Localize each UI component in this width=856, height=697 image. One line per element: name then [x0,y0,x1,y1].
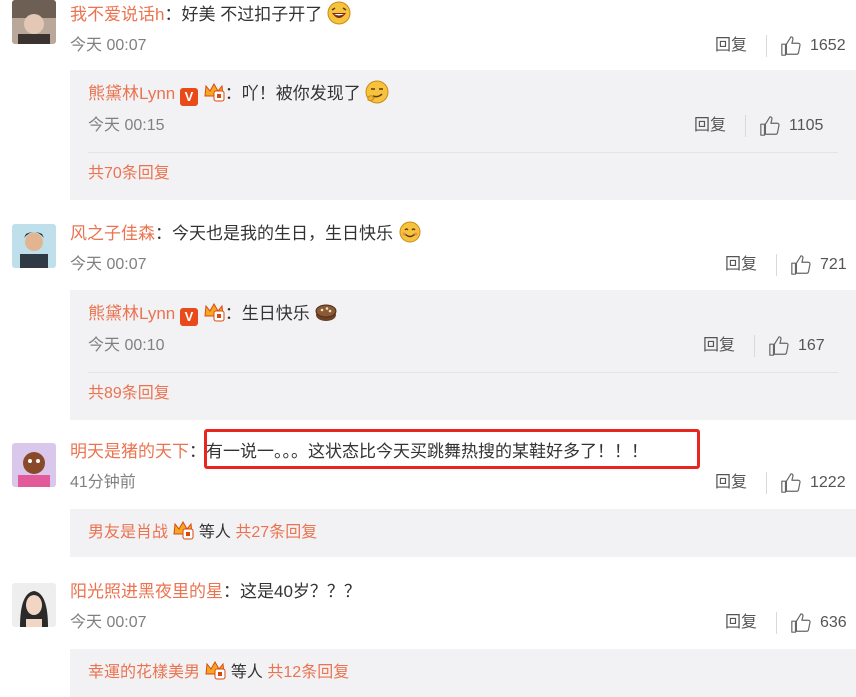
user-name[interactable]: 明天是猪的天下 [70,442,189,461]
comment-line: 风之子佳森：今天也是我的生日，生日快乐 [70,220,422,247]
colon: ： [224,304,242,323]
comment-text: 这是40岁？？？ [240,582,361,601]
comment-time: 今天 00:07 [70,37,147,54]
smile-emoji-icon [399,221,421,243]
divider [745,115,746,137]
like-count: 1652 [810,37,846,54]
sub-reply-box: 熊黛林Lynn V ：生日快乐 今天 00:10 回复 167 共89条回复 [70,290,856,420]
like-button[interactable]: 636 [790,611,847,635]
thumb-up-icon [781,36,801,56]
comment-item: 阳光照进黑夜里的星：这是40岁？？？ 今天 00:07 回复 636 幸運的花樣… [0,579,856,697]
user-name[interactable]: 男友是肖战 [88,524,168,541]
colon: ： [224,84,242,103]
comment-time: 41分钟前 [70,474,136,491]
verified-v-icon: V [179,88,198,106]
avatar[interactable] [12,443,56,487]
more-text: 等人 [230,664,263,681]
thumb-up-icon [791,613,811,633]
avatar[interactable] [12,0,56,44]
thumb-up-icon [781,473,801,493]
reply-button[interactable]: 回复 [715,34,747,58]
thumb-up-icon [791,255,811,275]
like-button[interactable]: 1222 [780,471,846,495]
sub-reply-line: 熊黛林Lynn V ：生日快乐 [88,300,338,327]
reply-button[interactable]: 回复 [715,471,747,495]
more-replies-link[interactable]: 共89条回复 [88,382,170,406]
like-count: 1105 [789,117,824,134]
reply-button[interactable]: 回复 [725,611,757,635]
sub-reply-box: 男友是肖战 等人 共27条回复 [70,509,856,557]
sub-reply-time: 今天 00:10 [88,337,165,354]
colon: ： [164,5,182,24]
user-name[interactable]: 我不爱说话h [70,5,164,24]
laughing-emoji-icon [327,1,351,25]
cake-emoji-icon [315,304,337,321]
user-name[interactable]: 阳光照进黑夜里的星 [70,582,223,601]
comment-time: 今天 00:07 [70,256,147,273]
divider [776,612,777,634]
like-count: 1222 [810,474,846,491]
divider [766,472,767,494]
colon: ： [155,224,172,243]
crown-badge-icon [173,520,194,540]
thumb-up-icon [760,116,780,136]
like-button[interactable]: 1652 [780,34,846,58]
highlight-box [204,429,700,469]
reply-button[interactable]: 回复 [703,334,735,358]
like-button[interactable]: 167 [768,334,825,358]
more-replies-link[interactable]: 共70条回复 [88,162,170,186]
comment-time: 今天 00:07 [70,614,147,631]
comment-line: 我不爱说话h：好美 不过扣子开了 [70,1,351,28]
user-name[interactable]: 风之子佳森 [70,224,155,243]
like-button[interactable]: 1105 [759,114,823,138]
comment-line: 阳光照进黑夜里的星：这是40岁？？？ [70,579,361,605]
more-replies-line: 男友是肖战 等人 共27条回复 [88,520,317,546]
like-count: 721 [820,256,847,273]
avatar[interactable] [12,583,56,627]
divider [88,152,838,153]
sub-reply-box: 熊黛林Lynn V ：吖！被你发现了 今天 00:15 回复 1105 共70条… [70,70,856,200]
comment-feed: 我不爱说话h：好美 不过扣子开了 今天 00:07 回复 1652 熊黛林Lyn… [0,0,856,697]
smirk-emoji-icon [365,80,389,104]
crown-badge-icon [204,82,225,102]
sub-reply-text: 吖！被你发现了 [241,84,361,103]
sub-reply-text: 生日快乐 [241,304,310,323]
crown-badge-icon [204,302,225,322]
more-replies-line: 幸運的花樣美男 等人 共12条回复 [88,660,349,686]
like-button[interactable]: 721 [790,253,847,277]
user-name[interactable]: 熊黛林Lynn [88,84,175,103]
divider [88,372,838,373]
sub-reply-time: 今天 00:15 [88,117,165,134]
colon: ： [223,582,240,601]
like-count: 167 [798,337,825,354]
comment-item: 风之子佳森：今天也是我的生日，生日快乐 今天 00:07 回复 721 熊黛林L… [0,220,856,420]
thumb-up-icon [769,336,789,356]
divider [766,35,767,57]
reply-button[interactable]: 回复 [694,114,726,138]
comment-item: 我不爱说话h：好美 不过扣子开了 今天 00:07 回复 1652 熊黛林Lyn… [0,0,856,205]
sub-reply-box: 幸運的花樣美男 等人 共12条回复 [70,649,856,697]
sub-reply-line: 熊黛林Lynn V ：吖！被你发现了 [88,80,389,107]
divider [776,254,777,276]
crown-badge-icon [205,660,226,680]
more-replies-link[interactable]: 共12条回复 [267,664,349,681]
comment-text: 好美 不过扣子开了 [181,5,323,24]
like-count: 636 [820,614,847,631]
divider [754,335,755,357]
more-text: 等人 [198,524,231,541]
more-replies-link[interactable]: 共27条回复 [235,524,317,541]
comment-item: 明天是猪的天下：有一说一。。。这状态比今天买跳舞热搜的某鞋好多了！！！ 41分钟… [0,429,856,559]
comment-text: 今天也是我的生日，生日快乐 [172,224,393,243]
user-name[interactable]: 熊黛林Lynn [88,304,175,323]
avatar[interactable] [12,224,56,268]
user-name[interactable]: 幸運的花樣美男 [88,664,200,681]
verified-v-icon: V [179,308,198,326]
reply-button[interactable]: 回复 [725,253,757,277]
